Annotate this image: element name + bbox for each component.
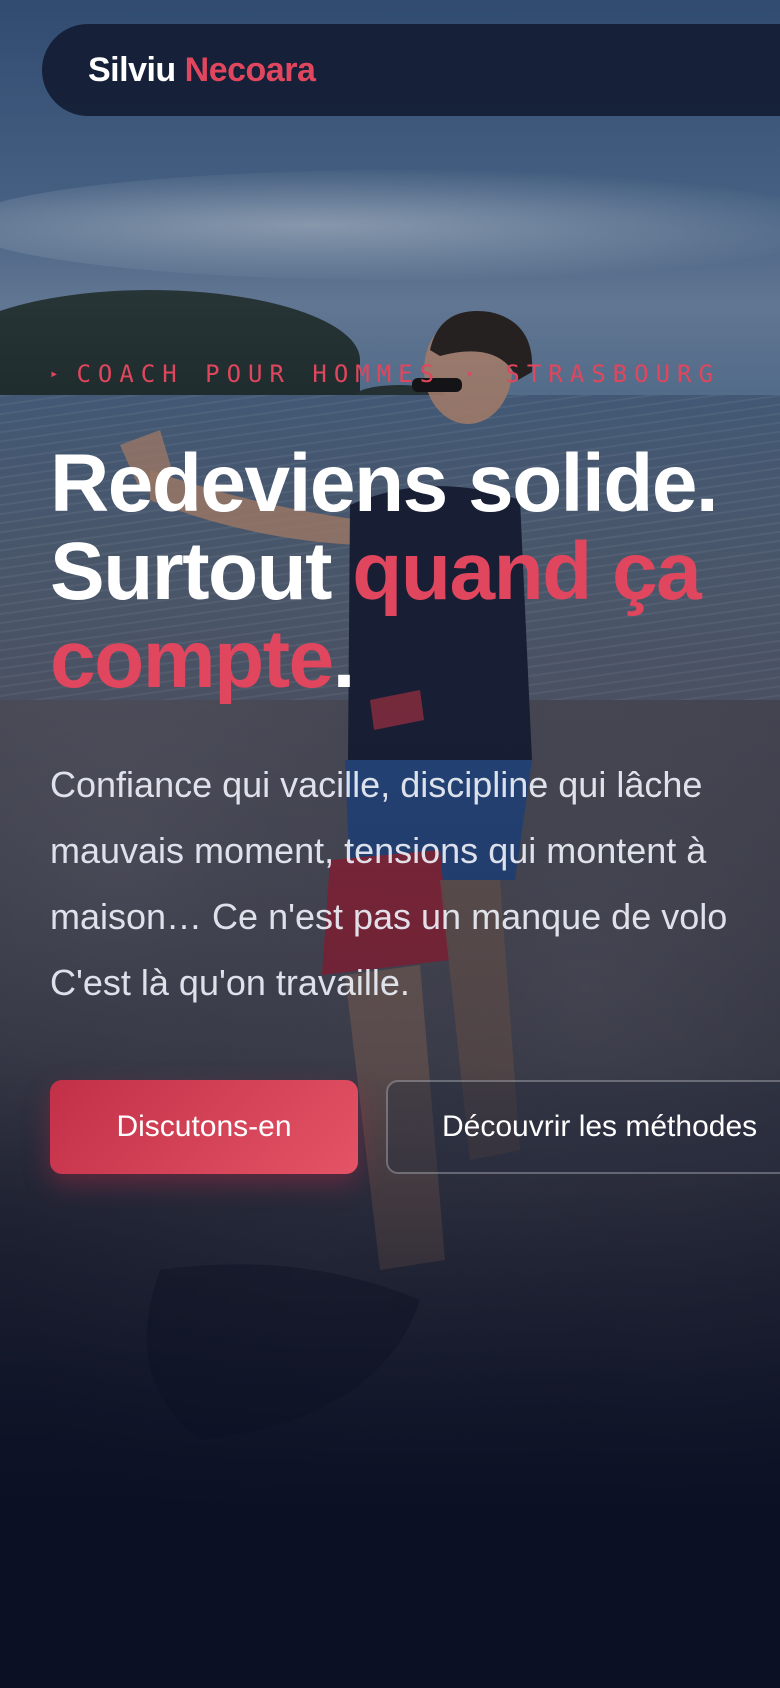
hero-headline: Redeviens solide. Surtout quand ça compt… — [50, 438, 719, 705]
lead-line-2: mauvais moment, tensions qui montent à — [50, 830, 707, 871]
eyebrow-text: COACH POUR HOMMES · STRASBOURG — [76, 360, 720, 388]
headline-line-2-accent: quand ça — [352, 526, 701, 617]
brand-last-name: Necoara — [184, 50, 316, 89]
brand-first-name: Silviu — [88, 50, 176, 89]
headline-line-3-end: . — [332, 614, 356, 705]
hero-lead-paragraph: Confiance qui vacille, discipline qui lâ… — [50, 752, 780, 1016]
lead-line-1: Confiance qui vacille, discipline qui lâ… — [50, 764, 703, 805]
lead-line-4: C'est là qu'on travaille. — [50, 962, 410, 1003]
headline-line-3-accent: compte — [50, 614, 334, 705]
decouvrir-methodes-button[interactable]: Découvrir les méthodes — [386, 1080, 780, 1174]
discutons-en-button[interactable]: Discutons-en — [50, 1080, 358, 1174]
lead-line-3: maison… Ce n'est pas un manque de volo — [50, 896, 728, 937]
section-bottom-background — [0, 1520, 780, 1688]
headline-line-2-plain: Surtout — [50, 526, 353, 617]
play-arrow-icon: ▸ — [50, 366, 59, 382]
top-navbar: Silviu Necoara — [42, 24, 780, 116]
page: Silviu Necoara ▸ COACH POUR HOMMES · STRA… — [0, 0, 780, 1688]
hero-eyebrow: ▸ COACH POUR HOMMES · STRASBOURG — [50, 360, 720, 388]
headline-line-1: Redeviens solide. — [50, 438, 719, 529]
brand-logo-link[interactable]: Silviu Necoara — [88, 50, 316, 90]
